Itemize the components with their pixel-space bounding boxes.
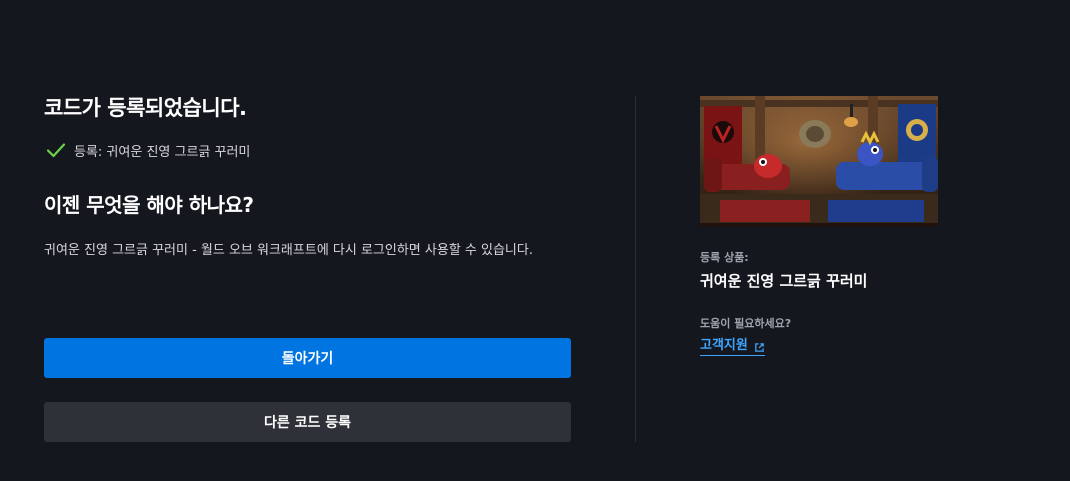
return-button[interactable]: 돌아가기 (44, 338, 571, 378)
confirmation-panel: 코드가 등록되었습니다. 등록: 귀여운 진영 그르긁 꾸러미 이젠 무엇을 해… (44, 88, 571, 442)
support-link[interactable]: 고객지원 (700, 337, 765, 356)
registered-item: 등록: 귀여운 진영 그르긁 꾸러미 (44, 139, 571, 161)
next-steps-heading: 이젠 무엇을 해야 하나요? (44, 193, 254, 217)
register-another-code-button[interactable]: 다른 코드 등록 (44, 402, 571, 442)
external-link-icon (755, 342, 764, 352)
registered-text: 등록: 귀여운 진영 그르긁 꾸러미 (74, 144, 251, 160)
page: 코드가 등록되었습니다. 등록: 귀여운 진영 그르긁 꾸러미 이젠 무엇을 해… (0, 0, 1070, 481)
product-image (700, 96, 938, 227)
divider (635, 96, 636, 442)
product-label: 등록 상품: (700, 251, 749, 264)
page-title: 코드가 등록되었습니다. (44, 96, 247, 120)
support-link-label: 고객지원 (700, 338, 748, 353)
product-sidebar: 등록 상품: 귀여운 진영 그르긁 꾸러미 도움이 필요하세요? 고객지원 (700, 96, 1000, 356)
help-label: 도움이 필요하세요? (700, 317, 792, 330)
check-icon (46, 143, 66, 158)
product-name: 귀여운 진영 그르긁 꾸러미 (700, 272, 868, 290)
next-steps-description: 귀여운 진영 그르긁 꾸러미 - 월드 오브 워크래프트에 다시 로그인하면 사… (44, 243, 533, 258)
